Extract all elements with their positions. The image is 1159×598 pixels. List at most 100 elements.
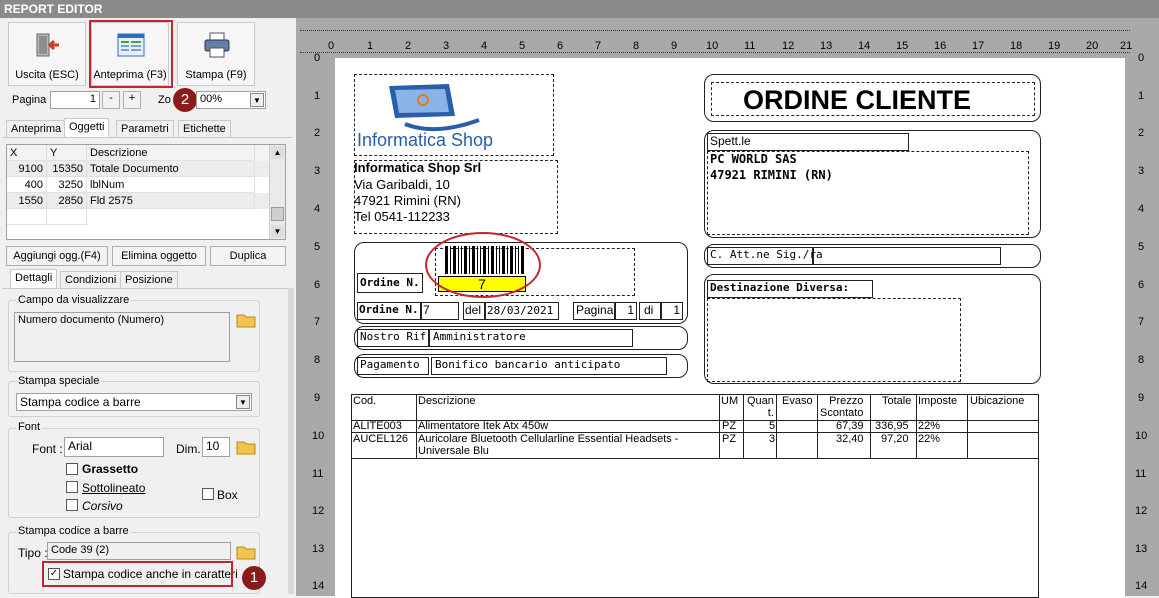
ruler-right-4: 4 [1138,203,1145,215]
field-value[interactable]: Numero documento (Numero) [14,312,230,362]
special-print-select[interactable]: Stampa codice a barre ▼ [16,393,252,411]
tab-anteprima[interactable]: Anteprima [6,120,67,137]
ruler-top-4: 4 [481,40,488,52]
date-value: 28/03/2021 [487,304,554,317]
field-group-label: Campo da visualizzare [16,294,132,306]
folder-icon[interactable] [236,439,256,455]
barcode-type-label: Tipo : [18,546,48,560]
barcode-type-field[interactable]: Code 39 (2) [47,542,231,560]
grid-cell-x: 9100 [7,161,47,177]
col-um: UM [721,395,739,407]
box-label: Box [217,488,238,502]
objects-grid[interactable]: X Y Descrizione 9100 15350 Totale Docume… [6,144,286,240]
page-input[interactable]: 1 [50,91,100,109]
box-checkbox[interactable] [202,488,214,500]
row-tax: 22% [918,420,941,432]
ruler-right-11: 11 [1135,468,1147,480]
tab-condizioni[interactable]: Condizioni [60,271,122,288]
ruler-top-10: 10 [706,40,719,52]
underline-checkbox[interactable] [66,481,78,493]
print-button[interactable]: Stampa (F9) [177,22,255,86]
table-row[interactable]: AUCEL126 Auricolare Bluetooth Cellularli… [351,433,1039,457]
order-label: Ordine N. [360,276,420,289]
tab-oggetti[interactable]: Oggetti [64,118,110,138]
italic-checkbox[interactable] [66,499,78,511]
scroll-up-icon[interactable]: ▲ [271,146,284,159]
scroll-thumb[interactable] [271,207,284,221]
chevron-down-icon[interactable]: ▼ [236,395,250,409]
folder-icon[interactable] [236,544,256,560]
ruler-dotted-line [300,30,1130,31]
delete-object-button[interactable]: Elimina oggetto [112,246,206,266]
exit-button[interactable]: Uscita (ESC) [8,22,86,86]
table-row[interactable] [7,209,269,225]
duplicate-button[interactable]: Duplica [210,246,286,266]
of-value-frame[interactable]: 1 [661,302,683,320]
ruler-top-19: 19 [1048,40,1061,52]
date-label: del [465,303,482,317]
row-um: PZ [722,420,737,432]
payment-label: Pagamento [360,358,420,371]
ruler-top-21: 21 [1120,40,1133,52]
row-qty: 5 [769,420,776,432]
page-label: Pagina [12,94,47,106]
ruler-top-15: 15 [896,40,909,52]
tab-parametri[interactable]: Parametri [116,120,174,137]
grid-header-y: Y [47,145,87,161]
row-price: 32,40 [836,433,864,445]
left-scrollbar[interactable] [288,288,294,594]
add-object-button[interactable]: Aggiungi ogg.(F4) [6,246,108,266]
company-name: Informatica Shop Srl [354,160,482,175]
page-value-frame[interactable]: 1 [615,302,637,320]
col-desc: Descrizione [418,395,476,407]
grid-cell-desc: lblNum [87,177,255,193]
tab-etichette[interactable]: Etichette [178,120,231,137]
page-plus-button[interactable]: + [123,91,141,109]
page-minus-button[interactable]: - [102,91,120,109]
ruler-right-10: 10 [1135,430,1148,442]
font-input[interactable]: Arial [64,437,164,457]
grid-cell-y: 3250 [47,177,87,193]
font-label: Font : [32,442,63,456]
highlight-print-chars [42,561,233,587]
ruler-left-12: 12 [312,505,325,517]
zoom-select[interactable]: 00% ▼ [196,91,266,109]
row-total: 336,95 [875,420,909,432]
chevron-down-icon[interactable]: ▼ [250,93,264,107]
bold-label: Grassetto [82,462,139,476]
grid-scrollbar[interactable]: ▲ ▼ [269,145,285,239]
destination-frame[interactable] [707,298,961,382]
row-desc: Alimentatore Itek Atx 450w [418,420,549,432]
ruler-left-1: 1 [314,90,321,102]
ruler-left-8: 8 [314,354,321,366]
report-title: ORDINE CLIENTE [743,85,972,115]
ruler-top-14: 14 [858,40,871,52]
tab-posizione[interactable]: Posizione [120,271,178,288]
grid-header-x: X [7,145,47,161]
special-print-label: Stampa speciale [16,375,102,387]
tab-dettagli[interactable]: Dettagli [10,269,58,289]
table-row[interactable]: ALITE003 Alimentatore Itek Atx 450w PZ 5… [351,420,1039,432]
folder-icon[interactable] [236,312,256,328]
ruler-top-8: 8 [633,40,640,52]
zoom-label: Zo [158,94,171,106]
row-desc: Auricolare Bluetooth Cellularline Essent… [418,433,679,457]
attn-field[interactable] [813,247,1001,265]
col-tax: Imposte [918,395,958,407]
table-row[interactable]: 9100 15350 Totale Documento [7,161,269,177]
right-ruler: 0 1 2 3 4 5 6 7 8 9 10 11 12 13 14 [1126,52,1159,596]
ruler-top-6: 6 [557,40,564,52]
table-row[interactable]: 400 3250 lblNum [7,177,269,193]
size-input[interactable]: 10 [202,437,230,457]
ruler-top-13: 13 [820,40,833,52]
ref-value: Amministratore [433,330,526,343]
ruler-left-13: 13 [312,543,325,555]
scroll-down-icon[interactable]: ▼ [271,225,284,238]
ruler-top-0: 0 [328,40,335,52]
bold-checkbox[interactable] [66,463,78,475]
detail-tab-divider [2,288,292,289]
company-address2: 47921 Rimini (RN) [354,193,461,208]
ruler-top-16: 16 [934,40,947,52]
grid-header: X Y Descrizione [7,145,269,161]
table-row[interactable]: 1550 2850 Fld 2575 [7,193,269,209]
